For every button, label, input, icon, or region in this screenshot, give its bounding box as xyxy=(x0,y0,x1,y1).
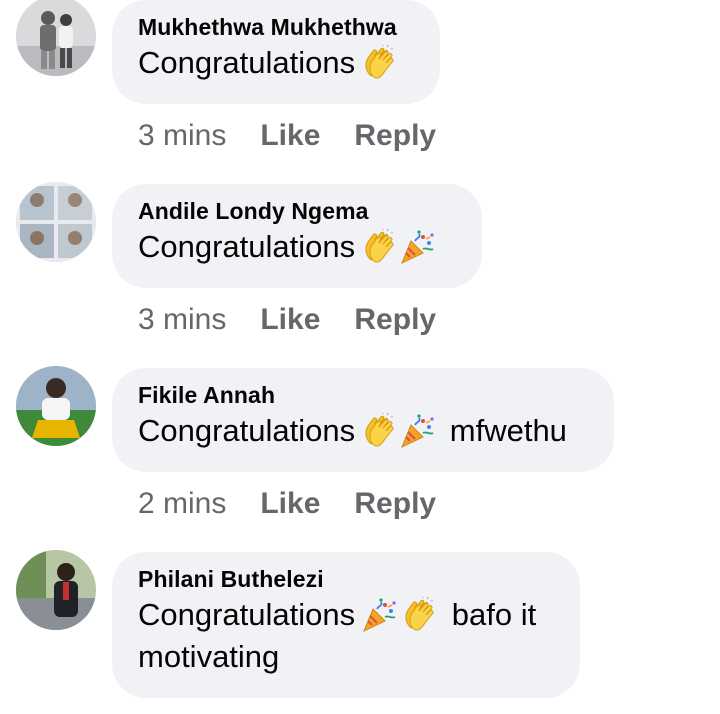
comment-text-body: Congratulations xyxy=(138,597,356,632)
like-button[interactable]: Like xyxy=(260,119,320,152)
avatar-photo-icon xyxy=(16,550,96,630)
comment-actions: 3 mins Like Reply xyxy=(138,118,436,154)
clapping-hands-emoji xyxy=(361,45,397,81)
avatar[interactable] xyxy=(16,182,96,262)
comment-author[interactable]: Fikile Annah xyxy=(138,380,588,410)
party-popper-emoji xyxy=(399,229,435,265)
comment-text: Congratulations xyxy=(138,226,456,268)
comment-timestamp: 3 mins xyxy=(138,303,227,336)
comment-bubble: Andile Londy Ngema Congratulations xyxy=(112,184,482,288)
avatar-photo-icon xyxy=(16,366,96,446)
comment-text-body: Congratulations xyxy=(138,413,356,448)
comment-text: Congratulations xyxy=(138,42,414,84)
reply-button[interactable]: Reply xyxy=(354,119,436,152)
comment-actions: 3 mins Like Reply xyxy=(138,302,436,338)
comment-actions: 2 mins Like Reply xyxy=(138,486,436,522)
clapping-hands-emoji xyxy=(401,597,437,633)
comment-text: Congratulations mfwethu xyxy=(138,410,588,452)
comment-author[interactable]: Philani Buthelezi xyxy=(138,564,554,594)
comment-bubble: Mukhethwa Mukhethwa Congratulations xyxy=(112,0,440,104)
reply-button[interactable]: Reply xyxy=(354,303,436,336)
comment-text: Congratulations bafo it motivating xyxy=(138,594,554,678)
like-button[interactable]: Like xyxy=(260,487,320,520)
comment-bubble: Philani Buthelezi Congratulations bafo i… xyxy=(112,552,580,698)
comment-timestamp: 3 mins xyxy=(138,119,227,152)
comment-text-body: Congratulations xyxy=(138,229,356,264)
comment-author[interactable]: Andile Londy Ngema xyxy=(138,196,456,226)
party-popper-emoji xyxy=(399,413,435,449)
comment-bubble: Fikile Annah Congratulations mfwethu xyxy=(112,368,614,472)
reply-button[interactable]: Reply xyxy=(354,487,436,520)
avatar[interactable] xyxy=(16,366,96,446)
comment-text-suffix: mfwethu xyxy=(449,413,567,448)
like-button[interactable]: Like xyxy=(260,303,320,336)
avatar-photo-icon xyxy=(16,0,96,76)
clapping-hands-emoji xyxy=(361,413,397,449)
party-popper-emoji xyxy=(361,597,397,633)
avatar-photo-icon xyxy=(16,182,96,262)
comment-author[interactable]: Mukhethwa Mukhethwa xyxy=(138,12,414,42)
avatar[interactable] xyxy=(16,550,96,630)
comment-timestamp: 2 mins xyxy=(138,487,227,520)
avatar[interactable] xyxy=(16,0,96,76)
comment-text-body: Congratulations xyxy=(138,45,356,80)
clapping-hands-emoji xyxy=(361,229,397,265)
